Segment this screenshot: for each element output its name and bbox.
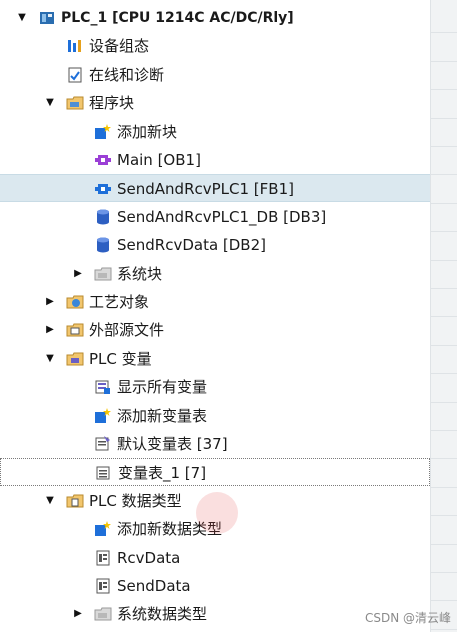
tree-item-node-9[interactable]: ▶ 系统块 xyxy=(0,260,430,288)
tree-item-node-3[interactable]: ▼ 程序块 xyxy=(0,89,430,117)
tree-item-label: 系统块 xyxy=(117,264,163,283)
side-strip-divider xyxy=(431,515,457,517)
watermark-mark xyxy=(196,492,238,534)
side-panel-strip xyxy=(430,0,457,632)
expand-toggle-icon[interactable]: ▶ xyxy=(72,268,84,280)
tree-item-label: SendAndRcvPLC1 [FB1] xyxy=(117,180,294,199)
tree-item-label: SendData xyxy=(117,577,191,595)
tree-item-label: 设备组态 xyxy=(89,37,150,56)
tree-item-plc-1-cpu-1214c-ac-dc-rly[interactable]: ▼ PLC_1 [CPU 1214C AC/DC/Rly] xyxy=(0,4,430,32)
tree-item-label: 添加新块 xyxy=(117,122,178,141)
side-strip-divider xyxy=(431,344,457,346)
side-strip-divider xyxy=(431,259,457,261)
tree-item-label: 系统数据类型 xyxy=(117,605,208,624)
technology-folder-icon xyxy=(66,293,84,311)
tree-item-sendrcvdata-db2[interactable]: SendRcvData [DB2] xyxy=(0,231,430,259)
tree-item-rcvdata[interactable]: RcvData xyxy=(0,544,430,572)
side-strip-divider xyxy=(431,32,457,34)
default-tag-table-icon xyxy=(94,435,112,453)
collapse-toggle-icon[interactable]: ▼ xyxy=(44,495,56,507)
db-block-icon xyxy=(94,236,112,254)
fb-block-icon xyxy=(94,180,112,198)
side-strip-divider xyxy=(431,174,457,176)
system-folder-icon xyxy=(94,265,112,283)
tag-folder-icon xyxy=(66,350,84,368)
tag-table-icon xyxy=(95,464,113,482)
project-tree: ▼ PLC_1 [CPU 1214C AC/DC/Rly] 设备组态在线和诊断 ▼ 程序… xyxy=(0,0,430,632)
tree-item-main-ob1[interactable]: Main [OB1] xyxy=(0,146,430,174)
tree-item-node-4[interactable]: 添加新块 xyxy=(0,118,430,146)
tree-item-label: SendRcvData [DB2] xyxy=(117,236,266,255)
tree-item-plc[interactable]: ▼ PLC 变量 xyxy=(0,345,430,373)
online-diagnostics-icon xyxy=(66,66,84,84)
tree-item-label: 外部源文件 xyxy=(89,321,165,340)
tree-item-sendandrcvplc1-db-db3[interactable]: SendAndRcvPLC1_DB [DB3] xyxy=(0,203,430,231)
tree-item-node-11[interactable]: ▶ 外部源文件 xyxy=(0,316,430,344)
side-strip-divider xyxy=(431,89,457,91)
tree-item-sendandrcvplc1-fb1[interactable]: SendAndRcvPLC1 [FB1] xyxy=(0,174,430,203)
tree-item-label: 默认变量表 [37] xyxy=(117,435,228,453)
side-strip-divider xyxy=(431,572,457,573)
side-strip-divider xyxy=(431,628,457,630)
tree-item-label: 程序块 xyxy=(89,94,135,113)
side-strip-divider xyxy=(431,60,457,62)
tree-item-label: 工艺对象 xyxy=(89,293,150,311)
tree-item-node-14[interactable]: 添加新变量表 xyxy=(0,402,430,430)
side-strip-divider xyxy=(431,146,457,147)
tree-item-node-1[interactable]: 设备组态 xyxy=(0,32,430,60)
tree-item-label: Main [OB1] xyxy=(117,151,201,169)
tree-item-label: 显示所有变量 xyxy=(117,378,208,397)
watermark: CSDN @清云峰 xyxy=(364,611,451,625)
tree-item-label: PLC 数据类型 xyxy=(89,491,182,510)
tree-item-node-10[interactable]: ▶ 工艺对象 xyxy=(0,288,430,316)
datatype-folder-icon xyxy=(66,492,84,510)
tree-item-37[interactable]: 默认变量表 [37] xyxy=(0,430,430,458)
side-strip-divider xyxy=(431,202,457,204)
collapse-toggle-icon[interactable]: ▼ xyxy=(44,97,56,109)
tree-item-label: PLC 变量 xyxy=(89,349,152,368)
tree-item-node-13[interactable]: 显示所有变量 xyxy=(0,373,430,401)
side-strip-divider xyxy=(431,231,457,233)
add-new-icon xyxy=(94,407,112,425)
side-strip-divider xyxy=(431,600,457,602)
collapse-toggle-icon[interactable]: ▼ xyxy=(44,353,56,365)
system-folder-icon xyxy=(94,605,112,623)
device-config-icon xyxy=(66,37,84,55)
side-strip-divider xyxy=(431,401,457,403)
side-strip-divider xyxy=(431,458,457,460)
side-strip-divider xyxy=(431,430,457,431)
add-new-icon xyxy=(94,520,112,538)
folder-icon xyxy=(66,94,84,112)
show-all-tags-icon xyxy=(94,378,112,396)
tree-item-label: 变量表_1 [7] xyxy=(118,464,207,483)
tree-item-1-7[interactable]: 变量表_1 [7] xyxy=(0,458,430,487)
side-strip-divider xyxy=(431,316,457,318)
tree-item-label: SendAndRcvPLC1_DB [DB3] xyxy=(117,207,327,226)
datatype-icon xyxy=(94,549,112,567)
db-block-icon xyxy=(94,208,112,226)
tree-item-label: 添加新变量表 xyxy=(117,406,208,425)
ob-block-icon xyxy=(94,151,112,169)
side-strip-divider xyxy=(431,486,457,488)
expand-toggle-icon[interactable]: ▶ xyxy=(44,324,56,336)
external-source-folder-icon xyxy=(66,321,84,339)
collapse-toggle-icon[interactable]: ▼ xyxy=(16,12,28,24)
tree-item-node-2[interactable]: 在线和诊断 xyxy=(0,61,430,89)
tree-item-senddata[interactable]: SendData xyxy=(0,572,430,600)
tree-item-label: RcvData xyxy=(117,548,181,567)
side-strip-divider xyxy=(431,543,457,545)
expand-toggle-icon[interactable]: ▶ xyxy=(44,296,56,308)
side-strip-divider xyxy=(431,117,457,119)
add-new-icon xyxy=(94,123,112,141)
plc-device-icon xyxy=(38,9,56,27)
side-strip-divider xyxy=(431,288,457,289)
tree-item-label: PLC_1 [CPU 1214C AC/DC/Rly] xyxy=(61,10,294,26)
datatype-icon xyxy=(94,577,112,595)
expand-toggle-icon[interactable]: ▶ xyxy=(72,608,84,620)
side-strip-divider xyxy=(431,373,457,375)
tree-item-label: 在线和诊断 xyxy=(89,65,165,84)
